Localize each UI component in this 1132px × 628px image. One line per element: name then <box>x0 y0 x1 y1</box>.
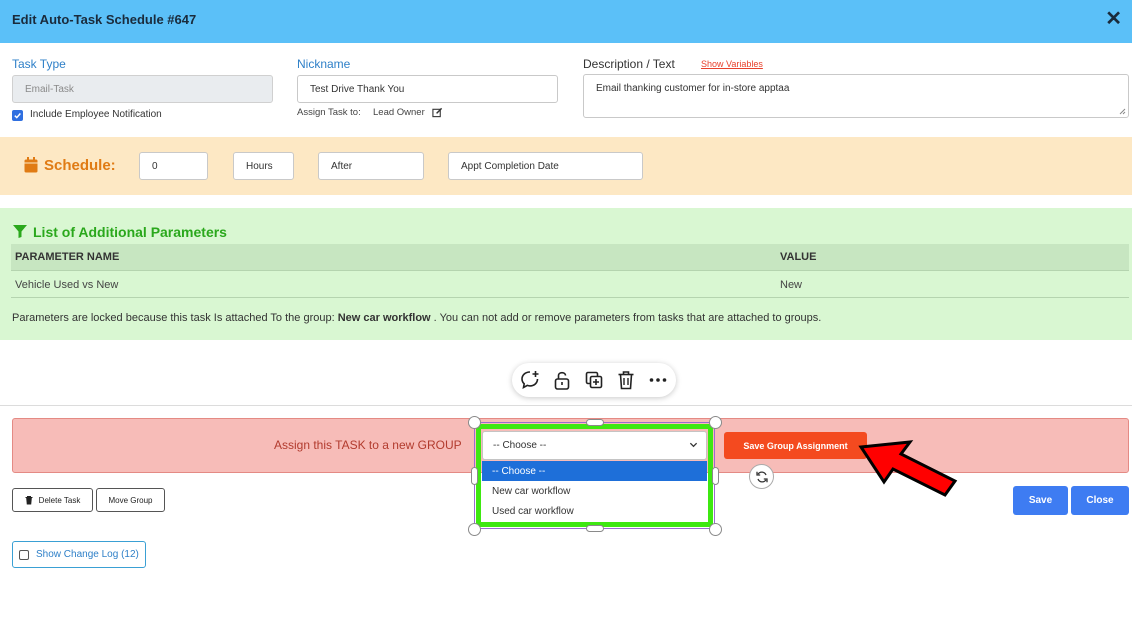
parameter-name-cell: Vehicle Used vs New <box>15 279 119 291</box>
description-label: Description / Text <box>583 57 675 71</box>
trash-icon <box>25 495 33 504</box>
more-icon[interactable] <box>647 369 669 391</box>
resize-handle-top-left[interactable] <box>468 416 481 429</box>
column-header-name: PARAMETER NAME <box>15 251 120 263</box>
edit-icon[interactable] <box>432 107 443 118</box>
resize-handle-bottom-right[interactable] <box>709 523 722 536</box>
element-toolbar <box>512 363 676 397</box>
schedule-label: Schedule: <box>44 157 116 174</box>
resize-handle-top-right[interactable] <box>709 416 722 429</box>
close-icon[interactable]: ✕ <box>1105 9 1122 29</box>
unlock-icon[interactable] <box>551 369 573 391</box>
note-group-name: New car workflow <box>337 312 431 324</box>
task-type-label: Task Type <box>12 57 66 71</box>
filter-icon <box>13 225 27 238</box>
resize-handle-top[interactable] <box>586 419 604 426</box>
include-notification-checkbox[interactable] <box>12 110 23 121</box>
nickname-label: Nickname <box>297 57 351 71</box>
resize-handle-right[interactable] <box>712 467 719 485</box>
group-option-used-car[interactable]: Used car workflow <box>482 501 707 521</box>
close-button[interactable]: Close <box>1071 486 1129 515</box>
schedule-section: Schedule: 0 Hours After Appt Completion … <box>0 137 1132 195</box>
table-row: Vehicle Used vs New New <box>11 272 1129 298</box>
note-text-before: Parameters are locked because this task … <box>12 312 338 324</box>
save-button[interactable]: Save <box>1013 486 1068 515</box>
resize-grip-icon[interactable] <box>1119 108 1126 115</box>
parameters-heading: List of Additional Parameters <box>33 224 227 240</box>
schedule-relation-select[interactable]: After <box>318 152 424 180</box>
change-log-checkbox[interactable] <box>19 550 29 560</box>
parameters-table-header: PARAMETER NAME VALUE <box>11 244 1129 271</box>
description-text: Email thanking customer for in-store app… <box>596 83 790 94</box>
description-textarea[interactable]: Email thanking customer for in-store app… <box>583 74 1129 118</box>
save-group-assignment-button[interactable]: Save Group Assignment <box>724 432 867 459</box>
schedule-amount-input[interactable]: 0 <box>139 152 208 180</box>
modal-title: Edit Auto-Task Schedule #647 <box>12 12 197 27</box>
assign-task-value: Lead Owner <box>373 107 425 118</box>
parameters-locked-note: Parameters are locked because this task … <box>12 312 821 324</box>
assign-task-label: Assign Task to: <box>297 107 361 118</box>
comment-add-icon[interactable] <box>519 369 541 391</box>
modal-header: Edit Auto-Task Schedule #647 ✕ <box>0 0 1132 43</box>
resize-handle-bottom-left[interactable] <box>468 523 481 536</box>
delete-task-label: Delete Task <box>38 495 81 505</box>
section-divider <box>0 405 1132 406</box>
parameters-section: List of Additional Parameters PARAMETER … <box>0 208 1132 340</box>
nickname-input[interactable]: Test Drive Thank You <box>297 75 558 103</box>
group-select[interactable]: -- Choose -- <box>482 431 707 460</box>
assign-group-label: Assign this TASK to a new GROUP <box>274 438 462 452</box>
rotate-icon[interactable] <box>749 464 774 489</box>
column-header-value: VALUE <box>780 251 817 263</box>
change-log-label: Show Change Log (12) <box>36 549 139 560</box>
show-change-log-toggle[interactable]: Show Change Log (12) <box>12 541 146 568</box>
resize-handle-left[interactable] <box>471 467 478 485</box>
calendar-icon <box>24 157 38 173</box>
parameter-value-cell: New <box>780 279 803 291</box>
red-arrow-icon <box>858 440 958 497</box>
delete-task-button[interactable]: Delete Task <box>12 488 93 512</box>
chevron-down-icon <box>689 442 698 448</box>
show-variables-link[interactable]: Show Variables <box>701 59 763 69</box>
resize-handle-bottom[interactable] <box>586 525 604 532</box>
group-option-new-car[interactable]: New car workflow <box>482 481 707 501</box>
include-notification-label: Include Employee Notification <box>30 109 162 120</box>
schedule-unit-select[interactable]: Hours <box>233 152 294 180</box>
task-type-field: Email-Task <box>12 75 273 103</box>
schedule-reference-select[interactable]: Appt Completion Date <box>448 152 643 180</box>
group-option-choose[interactable]: -- Choose -- <box>482 461 707 481</box>
check-icon <box>14 113 21 119</box>
group-select-value: -- Choose -- <box>493 440 547 451</box>
modal-screen: Edit Auto-Task Schedule #647 ✕ Task Type… <box>0 0 1132 628</box>
trash-icon[interactable] <box>615 369 637 391</box>
duplicate-icon[interactable] <box>583 369 605 391</box>
move-group-button[interactable]: Move Group <box>96 488 165 512</box>
note-text-after: . You can not add or remove parameters f… <box>430 312 822 324</box>
